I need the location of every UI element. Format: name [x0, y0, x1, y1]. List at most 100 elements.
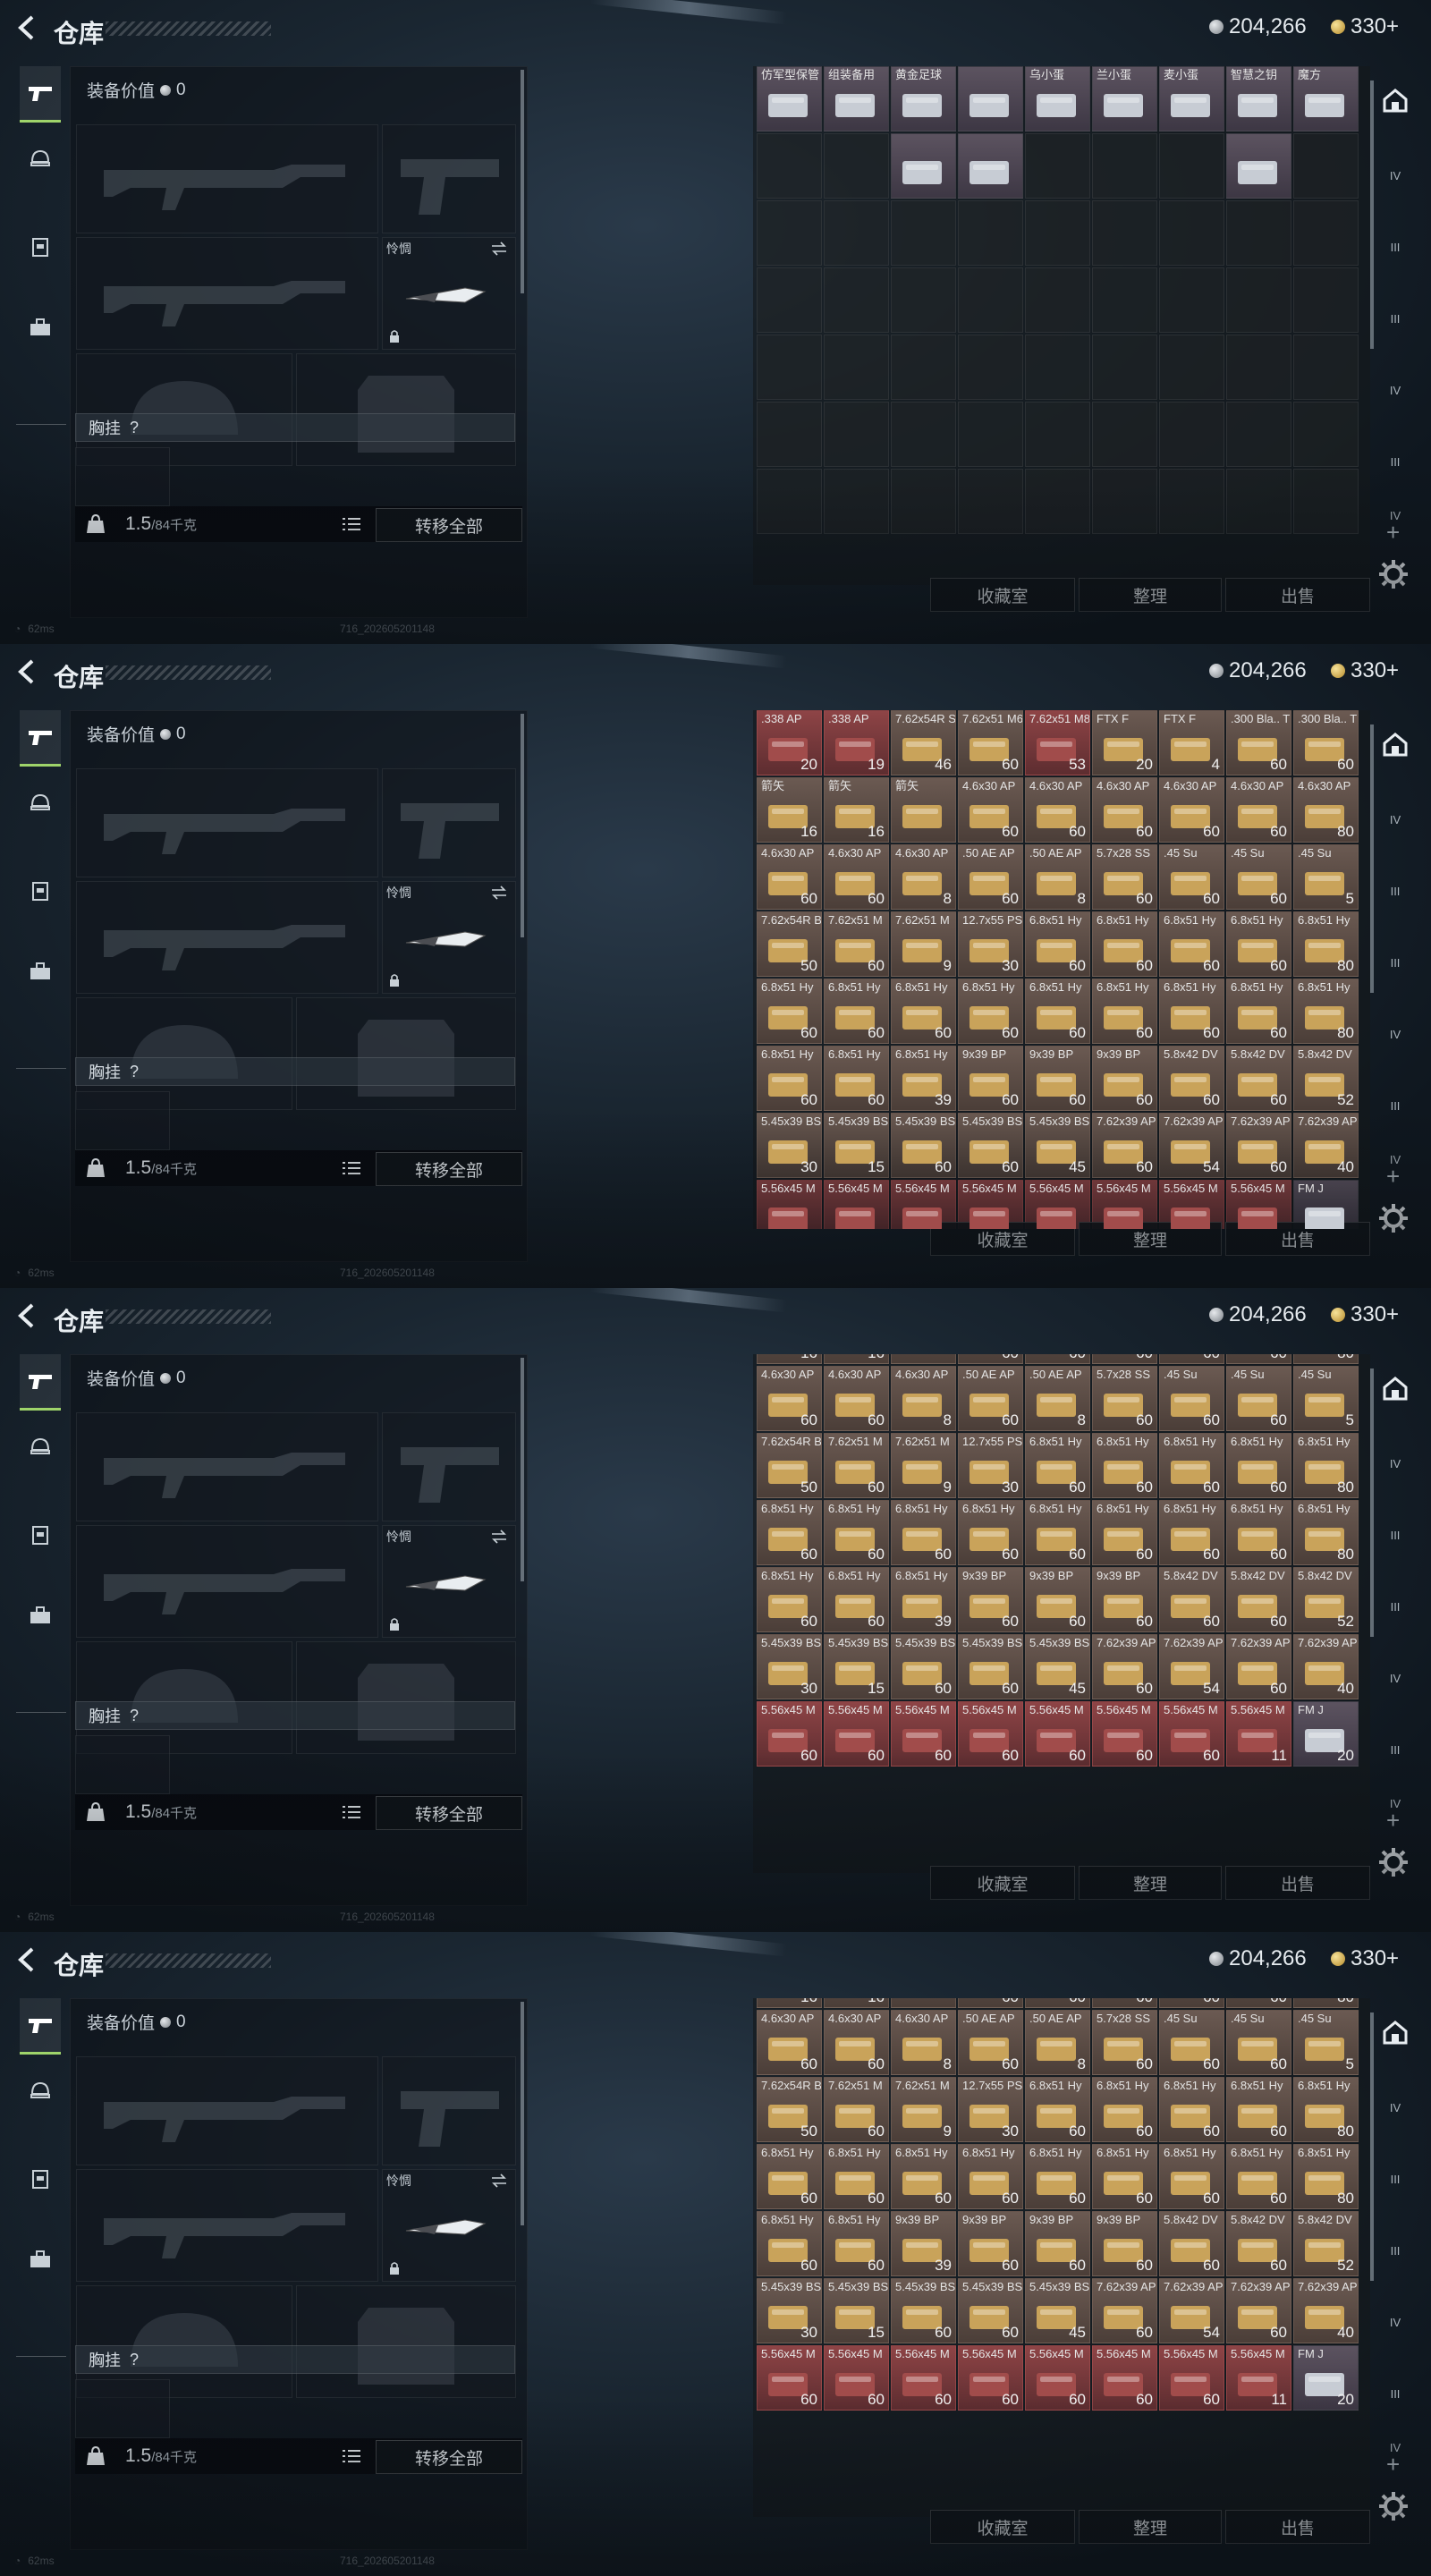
- stash-page-4[interactable]: IV: [1377, 2304, 1413, 2340]
- back-arrow-icon[interactable]: [13, 1301, 43, 1331]
- stash-cell[interactable]: 9x39 BP 39: [891, 2211, 956, 2276]
- pistol-slot[interactable]: [382, 2056, 516, 2165]
- stash-cell[interactable]: 7.62x39 AP 60: [1226, 1634, 1291, 1699]
- stash-page-1[interactable]: IV: [1377, 1445, 1413, 1481]
- stash-cell[interactable]: [1025, 469, 1090, 534]
- stash-cell[interactable]: 7.62x39 AP 40: [1293, 1634, 1359, 1699]
- stash-cell[interactable]: 80: [1293, 1354, 1359, 1364]
- stash-cell[interactable]: 4.6x30 AP 60: [1092, 777, 1157, 843]
- stash-cell[interactable]: 4.6x30 AP 60: [757, 844, 822, 910]
- stash-cell[interactable]: 5.56x45 M 60: [1159, 2345, 1224, 2411]
- stash-cell[interactable]: 5.56x45 M 60: [891, 2345, 956, 2411]
- stash-cell[interactable]: [824, 335, 889, 400]
- stash-cell[interactable]: 7.62x51 M 60: [824, 911, 889, 977]
- settings-gear-icon[interactable]: [1377, 1202, 1410, 1234]
- stash-cell[interactable]: 5.45x39 BS 15: [824, 1634, 889, 1699]
- stash-cell[interactable]: 4.6x30 AP 60: [824, 844, 889, 910]
- stash-cell[interactable]: [1293, 335, 1359, 400]
- stash-cell[interactable]: [891, 133, 956, 199]
- stash-cell[interactable]: [891, 267, 956, 333]
- stash-cell[interactable]: 6.8x51 Hy 60: [958, 979, 1023, 1044]
- organize-button[interactable]: 整理: [1079, 578, 1222, 612]
- stash-cell[interactable]: 5.45x39 BS 30: [757, 1634, 822, 1699]
- stash-home-tab[interactable]: [1377, 1370, 1413, 1406]
- gold-balance[interactable]: 330+: [1331, 1946, 1399, 1971]
- stash-cell[interactable]: 7.62x51 M 9: [891, 911, 956, 977]
- stash-cell[interactable]: .50 AE AP 8: [1025, 1366, 1090, 1431]
- stash-cell[interactable]: 5.56x45 M 60: [757, 1701, 822, 1767]
- stash-cell[interactable]: [1159, 402, 1224, 467]
- stash-cell[interactable]: 5.56x45 M: [824, 1180, 889, 1229]
- stash-cell[interactable]: 5.45x39 BS 60: [891, 1113, 956, 1178]
- stash-cell[interactable]: 5.45x39 BS 15: [824, 1113, 889, 1178]
- transfer-all-button[interactable]: 转移全部: [376, 1796, 522, 1830]
- stash-cell[interactable]: 4.6x30 AP 8: [891, 844, 956, 910]
- stash-cell[interactable]: 9x39 BP 60: [958, 1567, 1023, 1632]
- stash-cell[interactable]: 9x39 BP 60: [1092, 1046, 1157, 1111]
- nav-rig[interactable]: [20, 2152, 61, 2206]
- stash-cell[interactable]: [1226, 335, 1291, 400]
- melee-slot[interactable]: 怜惆: [382, 881, 516, 994]
- stash-cell[interactable]: [824, 267, 889, 333]
- stash-cell[interactable]: 5.56x45 M 60: [1025, 2345, 1090, 2411]
- stash-cell[interactable]: [757, 200, 822, 266]
- stash-cell[interactable]: 黄金足球: [891, 66, 956, 131]
- collection-room-button[interactable]: 收藏室: [930, 1866, 1075, 1900]
- stash-cell[interactable]: 9x39 BP 60: [958, 2211, 1023, 2276]
- stash-cell[interactable]: 箭矢 16: [757, 777, 822, 843]
- stash-cell[interactable]: 4.6x30 AP 8: [891, 1366, 956, 1431]
- stash-cell[interactable]: [1293, 402, 1359, 467]
- stash-cell[interactable]: 4.6x30 AP 60: [824, 2010, 889, 2075]
- stash-cell[interactable]: 7.62x39 AP 54: [1159, 1634, 1224, 1699]
- stash-page-2[interactable]: III: [1377, 873, 1413, 909]
- stash-cell[interactable]: [1025, 133, 1090, 199]
- stash-cell[interactable]: [1226, 133, 1291, 199]
- stash-cell[interactable]: .45 Su 5: [1293, 2010, 1359, 2075]
- stash-cell[interactable]: 12.7x55 PS 30: [958, 1433, 1023, 1498]
- stash-cell[interactable]: 5.8x42 DV 60: [1159, 1046, 1224, 1111]
- stash-cell[interactable]: 6.8x51 Hy 60: [1159, 2144, 1224, 2209]
- stash-cell[interactable]: 7.62x54R BS 50: [757, 2077, 822, 2142]
- stash-page-1[interactable]: IV: [1377, 157, 1413, 193]
- body-armor-slot[interactable]: [296, 997, 516, 1110]
- stash-cell[interactable]: [824, 469, 889, 534]
- stash-page-5[interactable]: III: [1377, 2376, 1413, 2411]
- stash-cell[interactable]: 60: [1092, 1354, 1157, 1364]
- stash-cell[interactable]: 5.45x39 BS 30: [757, 2278, 822, 2343]
- stash-cell[interactable]: 5.56x45 M 60: [1092, 1701, 1157, 1767]
- stash-cell[interactable]: 5.56x45 M 60: [891, 1701, 956, 1767]
- melee-slot[interactable]: 怜惆: [382, 1525, 516, 1638]
- stash-cell[interactable]: [958, 66, 1023, 131]
- stash-cell[interactable]: [1226, 469, 1291, 534]
- stash-cell[interactable]: 5.7x28 SS 60: [1092, 844, 1157, 910]
- stash-cell[interactable]: 7.62x51 M 60: [824, 1433, 889, 1498]
- stash-cell[interactable]: 60: [1025, 1354, 1090, 1364]
- silver-balance[interactable]: 204,266: [1209, 1302, 1307, 1327]
- stash-cell[interactable]: 9x39 BP 60: [1025, 1046, 1090, 1111]
- nav-backpack[interactable]: [20, 2233, 61, 2286]
- stash-cell[interactable]: 5.56x45 M 60: [1025, 1701, 1090, 1767]
- stash-cell[interactable]: .338 AP 20: [757, 710, 822, 775]
- chest-rig-slot[interactable]: [75, 1091, 170, 1150]
- stash-cell[interactable]: [757, 335, 822, 400]
- stash-cell[interactable]: 7.62x39 AP 40: [1293, 1113, 1359, 1178]
- stash-cell[interactable]: 12.7x55 PS 30: [958, 911, 1023, 977]
- organize-button[interactable]: 整理: [1079, 2510, 1222, 2544]
- organize-button[interactable]: 整理: [1079, 1866, 1222, 1900]
- stash-cell[interactable]: 6.8x51 Hy 60: [891, 1500, 956, 1565]
- stash-cell[interactable]: 4.6x30 AP 60: [757, 2010, 822, 2075]
- chest-rig-header[interactable]: 胸挂 ?: [75, 413, 515, 442]
- stash-cell[interactable]: [891, 1354, 956, 1364]
- stash-cell[interactable]: [958, 133, 1023, 199]
- chest-rig-slot[interactable]: [75, 1735, 170, 1794]
- add-page-icon[interactable]: +: [1386, 1163, 1400, 1191]
- gold-balance[interactable]: 330+: [1331, 1302, 1399, 1327]
- stash-cell[interactable]: 6.8x51 Hy 80: [1293, 911, 1359, 977]
- silver-balance[interactable]: 204,266: [1209, 14, 1307, 39]
- stash-cell[interactable]: 7.62x39 AP 60: [1092, 2278, 1157, 2343]
- stash-home-tab[interactable]: [1377, 726, 1413, 762]
- back-arrow-icon[interactable]: [13, 13, 43, 43]
- stash-cell[interactable]: 7.62x39 AP 40: [1293, 2278, 1359, 2343]
- stash-cell[interactable]: 5.8x42 DV 52: [1293, 2211, 1359, 2276]
- stash-cell[interactable]: 9x39 BP 60: [1025, 1567, 1090, 1632]
